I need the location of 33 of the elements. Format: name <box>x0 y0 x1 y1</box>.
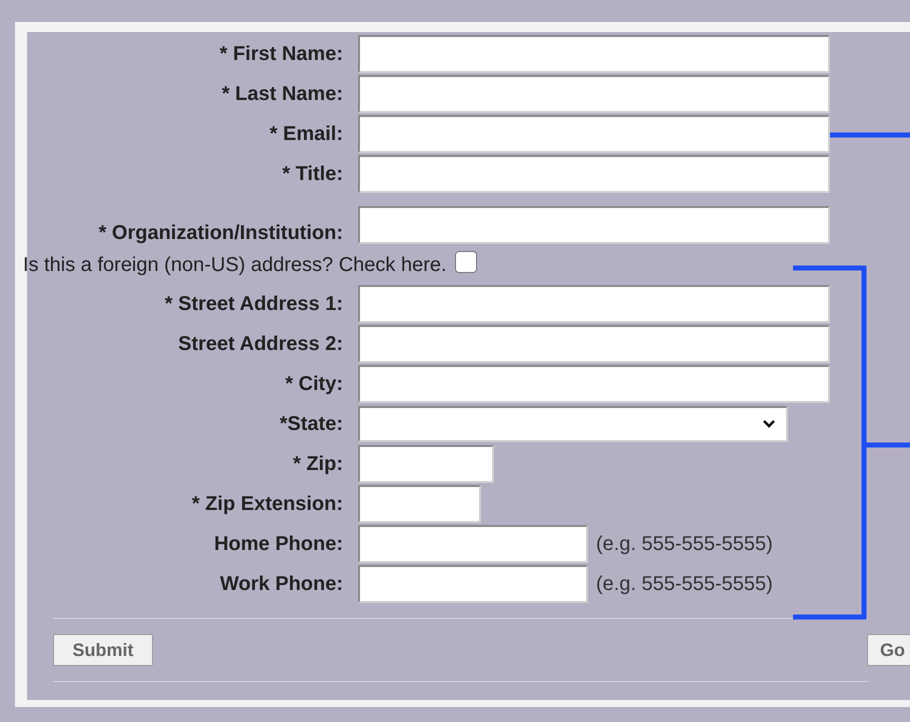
foreign-address-label: Is this a foreign (non-US) address? Check here. <box>23 254 447 276</box>
field-label: * Street Address 1: <box>164 293 343 315</box>
submit-button[interactable]: Submit <box>53 634 153 666</box>
text-field[interactable] <box>358 35 830 73</box>
text-field[interactable] <box>358 525 588 563</box>
field-label: * Last Name: <box>220 83 343 105</box>
chevron-down-icon <box>762 419 776 429</box>
foreign-checkbox[interactable] <box>454 251 477 273</box>
field-label: Work Phone: <box>219 573 343 595</box>
state-dropdown[interactable] <box>358 406 788 442</box>
format-hint: (e.g. 555-555-5555) <box>596 572 773 596</box>
text-field[interactable] <box>358 445 494 483</box>
field-label: * Organization/Institution: <box>98 222 343 244</box>
field-label: * City: <box>284 373 343 395</box>
text-field[interactable] <box>358 485 481 523</box>
field-label: * Zip Extension: <box>190 493 343 515</box>
field-label: * Title: <box>281 163 343 185</box>
text-field[interactable] <box>358 206 830 244</box>
field-label: *State: <box>278 413 343 435</box>
go-button[interactable]: Go <box>867 634 910 666</box>
text-field[interactable] <box>358 115 830 153</box>
text-field[interactable] <box>358 75 830 113</box>
field-label: * Email: <box>268 123 343 145</box>
field-label: Home Phone: <box>213 533 343 555</box>
field-label: * Zip: <box>292 453 343 475</box>
text-field[interactable] <box>358 285 830 323</box>
text-field[interactable] <box>358 325 830 363</box>
text-field[interactable] <box>358 365 830 403</box>
text-field[interactable] <box>358 565 588 603</box>
field-label: Street Address 2: <box>177 333 343 355</box>
text-field[interactable] <box>358 155 830 193</box>
format-hint: (e.g. 555-555-5555) <box>596 532 773 556</box>
field-label: * First Name: <box>218 43 343 65</box>
